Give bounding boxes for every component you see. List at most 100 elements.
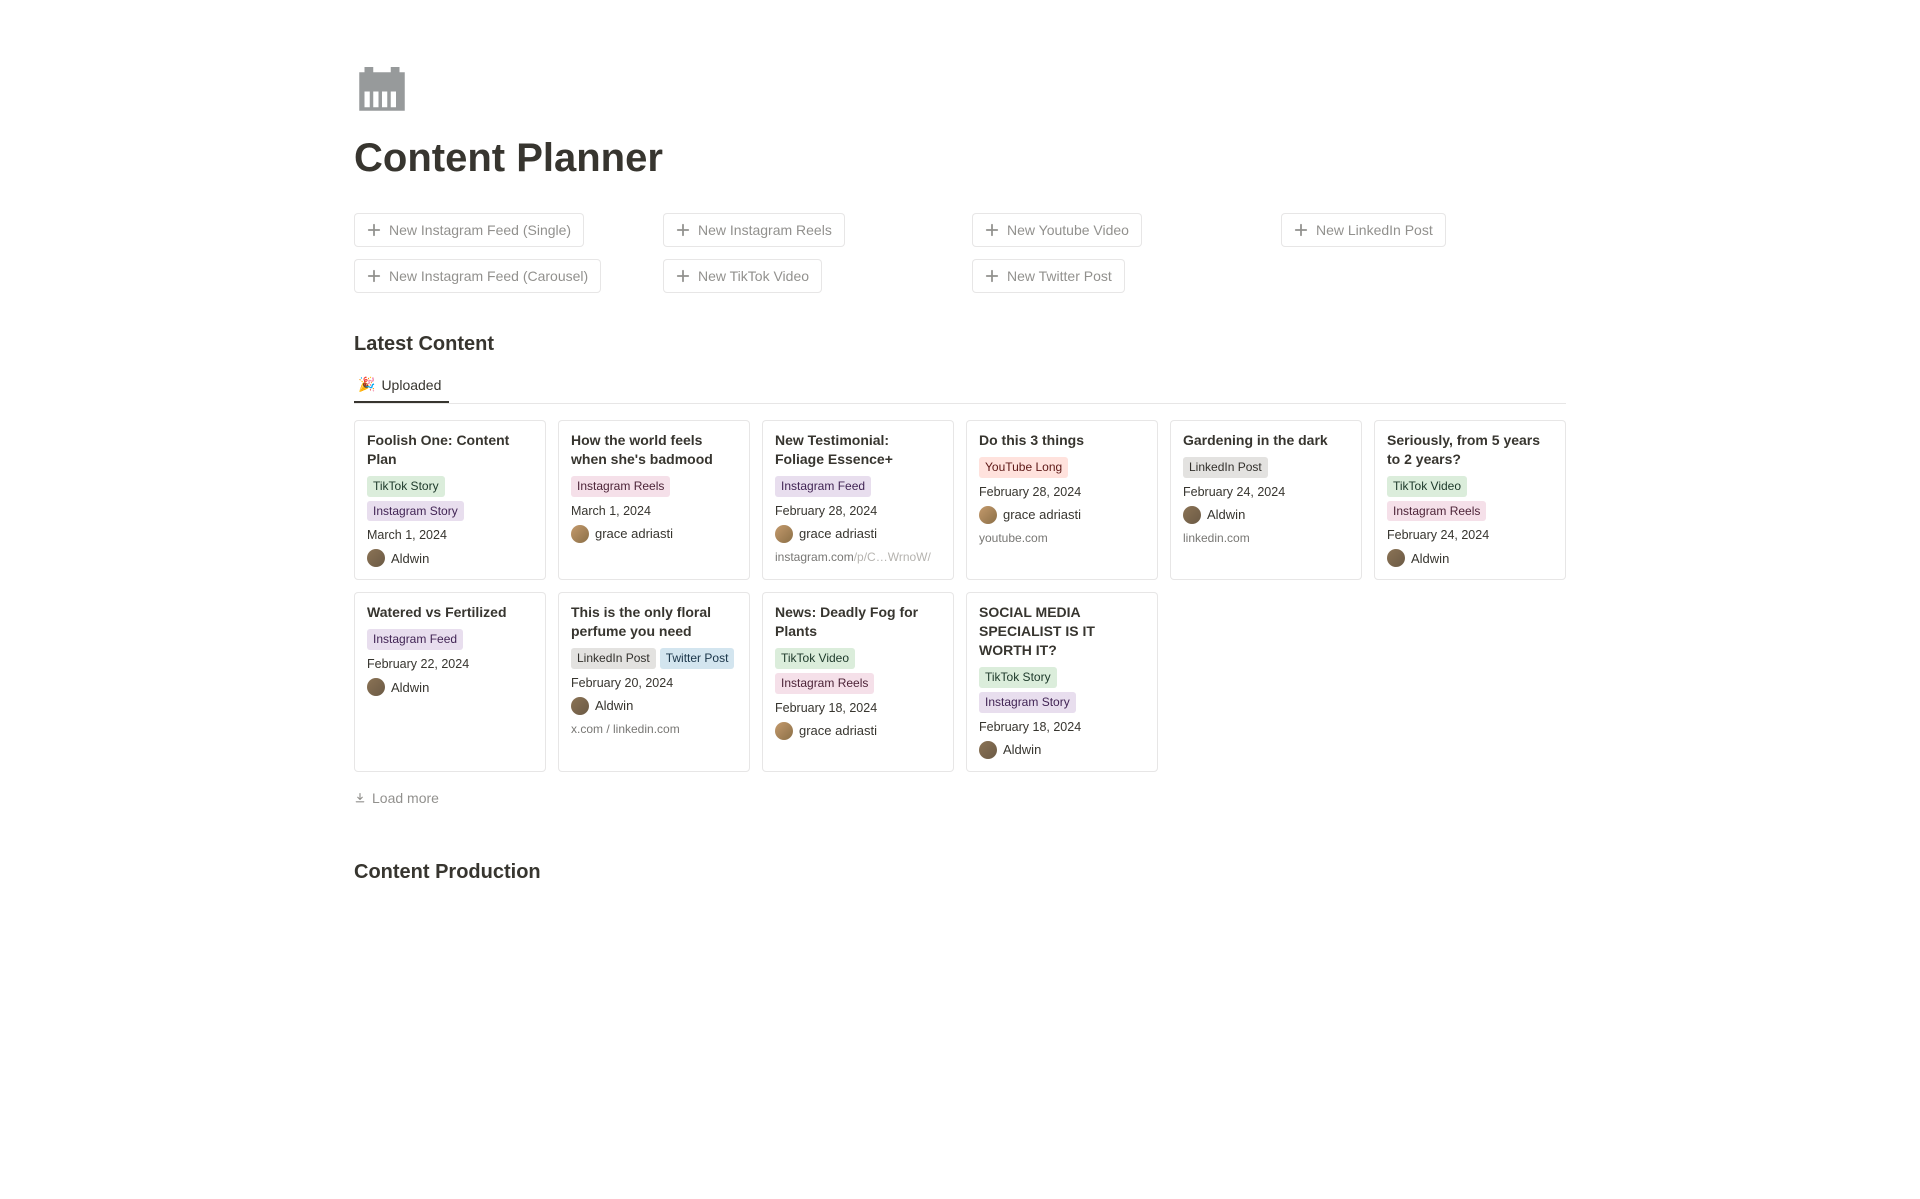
card-tags: LinkedIn Post (1183, 457, 1349, 478)
party-popper-icon: 🎉 (358, 376, 375, 393)
new-content-button[interactable]: New Twitter Post (972, 259, 1125, 293)
card-link[interactable]: linkedin.com (1183, 531, 1349, 545)
tag: Instagram Reels (775, 673, 874, 694)
content-card[interactable]: Do this 3 things YouTube Long February 28,… (966, 420, 1158, 580)
card-date: February 24, 2024 (1183, 485, 1349, 499)
tag: Instagram Story (979, 692, 1076, 713)
new-content-button[interactable]: New Instagram Feed (Carousel) (354, 259, 601, 293)
new-content-button[interactable]: New TikTok Video (663, 259, 822, 293)
tag: Instagram Reels (571, 476, 670, 497)
card-person: grace adriasti (979, 506, 1145, 524)
card-title: Gardening in the dark (1183, 431, 1349, 450)
card-date: March 1, 2024 (367, 528, 533, 542)
card-title: This is the only floral perfume you need (571, 603, 737, 641)
page-title: Content Planner (354, 136, 1566, 181)
card-title: Do this 3 things (979, 431, 1145, 450)
card-link[interactable]: youtube.com (979, 531, 1145, 545)
tag: Instagram Feed (367, 629, 463, 650)
content-card[interactable]: Gardening in the dark LinkedIn Post Februa… (1170, 420, 1362, 580)
card-link[interactable]: x.com / linkedin.com (571, 722, 737, 736)
avatar (775, 525, 793, 543)
card-link[interactable]: instagram.com/p/C…WrnoW/ (775, 550, 941, 564)
content-card[interactable]: How the world feels when she's badmoodIn… (558, 420, 750, 580)
card-tags: TikTok Story Instagram Story (367, 476, 533, 522)
tag: Instagram Reels (1387, 501, 1486, 522)
new-content-button[interactable]: New LinkedIn Post (1281, 213, 1446, 247)
button-label: New TikTok Video (698, 268, 809, 284)
tag: Instagram Feed (775, 476, 871, 497)
card-title: Foolish One: Content Plan (367, 431, 533, 469)
new-content-button[interactable]: New Youtube Video (972, 213, 1142, 247)
avatar (1183, 506, 1201, 524)
card-person: Aldwin (571, 697, 737, 715)
avatar (367, 678, 385, 696)
card-title: New Testimonial: Foliage Essence+ (775, 431, 941, 469)
new-content-button[interactable]: New Instagram Reels (663, 213, 845, 247)
card-tags: Instagram Reels (571, 476, 737, 497)
card-person: Aldwin (1387, 549, 1553, 567)
avatar (571, 525, 589, 543)
card-date: February 22, 2024 (367, 657, 533, 671)
card-tags: YouTube Long (979, 457, 1145, 478)
content-card[interactable]: Watered vs Fertilized Instagram Feed Febru… (354, 592, 546, 771)
avatar (367, 549, 385, 567)
person-name: Aldwin (391, 680, 429, 695)
card-date: February 18, 2024 (979, 720, 1145, 734)
tag: YouTube Long (979, 457, 1068, 478)
tag: TikTok Video (1387, 476, 1467, 497)
button-label: New Youtube Video (1007, 222, 1129, 238)
content-card[interactable]: Foolish One: Content Plan TikTok Story Ins… (354, 420, 546, 580)
content-production-title: Content Production (354, 861, 1566, 884)
card-title: Watered vs Fertilized (367, 603, 533, 622)
card-title: SOCIAL MEDIA SPECIALIST IS IT WORTH IT? (979, 603, 1145, 660)
person-name: grace adriasti (799, 526, 877, 541)
content-card[interactable]: Seriously, from 5 years to 2 years? TikTo… (1374, 420, 1566, 580)
tag: Instagram Story (367, 501, 464, 522)
card-person: Aldwin (367, 678, 533, 696)
avatar (571, 697, 589, 715)
plus-icon (985, 223, 999, 237)
card-tags: TikTok StoryInstagram Story (979, 667, 1145, 713)
card-date: March 1, 2024 (571, 504, 737, 518)
card-title: Seriously, from 5 years to 2 years? (1387, 431, 1553, 469)
button-label: New Instagram Reels (698, 222, 832, 238)
card-date: February 20, 2024 (571, 676, 737, 690)
card-person: grace adriasti (775, 525, 941, 543)
card-person: Aldwin (1183, 506, 1349, 524)
new-content-button[interactable]: New Instagram Feed (Single) (354, 213, 584, 247)
content-card[interactable]: New Testimonial: Foliage Essence+ Instagr… (762, 420, 954, 580)
card-date: February 28, 2024 (979, 485, 1145, 499)
tab-uploaded[interactable]: 🎉 Uploaded (354, 370, 449, 403)
page-icon[interactable] (354, 60, 410, 116)
card-tags: LinkedIn PostTwitter Post (571, 648, 737, 669)
card-tags: TikTok Video Instagram Reels (775, 648, 941, 694)
person-name: Aldwin (1003, 742, 1041, 757)
tag: TikTok Story (367, 476, 445, 497)
card-date: February 24, 2024 (1387, 528, 1553, 542)
plus-icon (676, 269, 690, 283)
load-more-button[interactable]: Load more (354, 790, 1566, 806)
card-person: Aldwin (367, 549, 533, 567)
button-label: New LinkedIn Post (1316, 222, 1433, 238)
plus-icon (367, 269, 381, 283)
latest-content-title: Latest Content (354, 333, 1566, 356)
person-name: grace adriasti (799, 723, 877, 738)
card-title: News: Deadly Fog for Plants (775, 603, 941, 641)
person-name: grace adriasti (1003, 507, 1081, 522)
card-person: Aldwin (979, 741, 1145, 759)
content-card[interactable]: This is the only floral perfume you need… (558, 592, 750, 771)
plus-icon (367, 223, 381, 237)
person-name: grace adriasti (595, 526, 673, 541)
person-name: Aldwin (391, 551, 429, 566)
plus-icon (676, 223, 690, 237)
tag: LinkedIn Post (571, 648, 656, 669)
new-buttons-grid: New Instagram Feed (Single) New Instagram… (354, 213, 1566, 293)
download-icon (354, 792, 366, 804)
content-card[interactable]: News: Deadly Fog for Plants TikTok Video I… (762, 592, 954, 771)
tag: TikTok Video (775, 648, 855, 669)
card-date: February 18, 2024 (775, 701, 941, 715)
tab-label: Uploaded (381, 377, 441, 393)
card-tags: TikTok Video Instagram Reels (1387, 476, 1553, 522)
content-card[interactable]: SOCIAL MEDIA SPECIALIST IS IT WORTH IT? T… (966, 592, 1158, 771)
plus-icon (1294, 223, 1308, 237)
